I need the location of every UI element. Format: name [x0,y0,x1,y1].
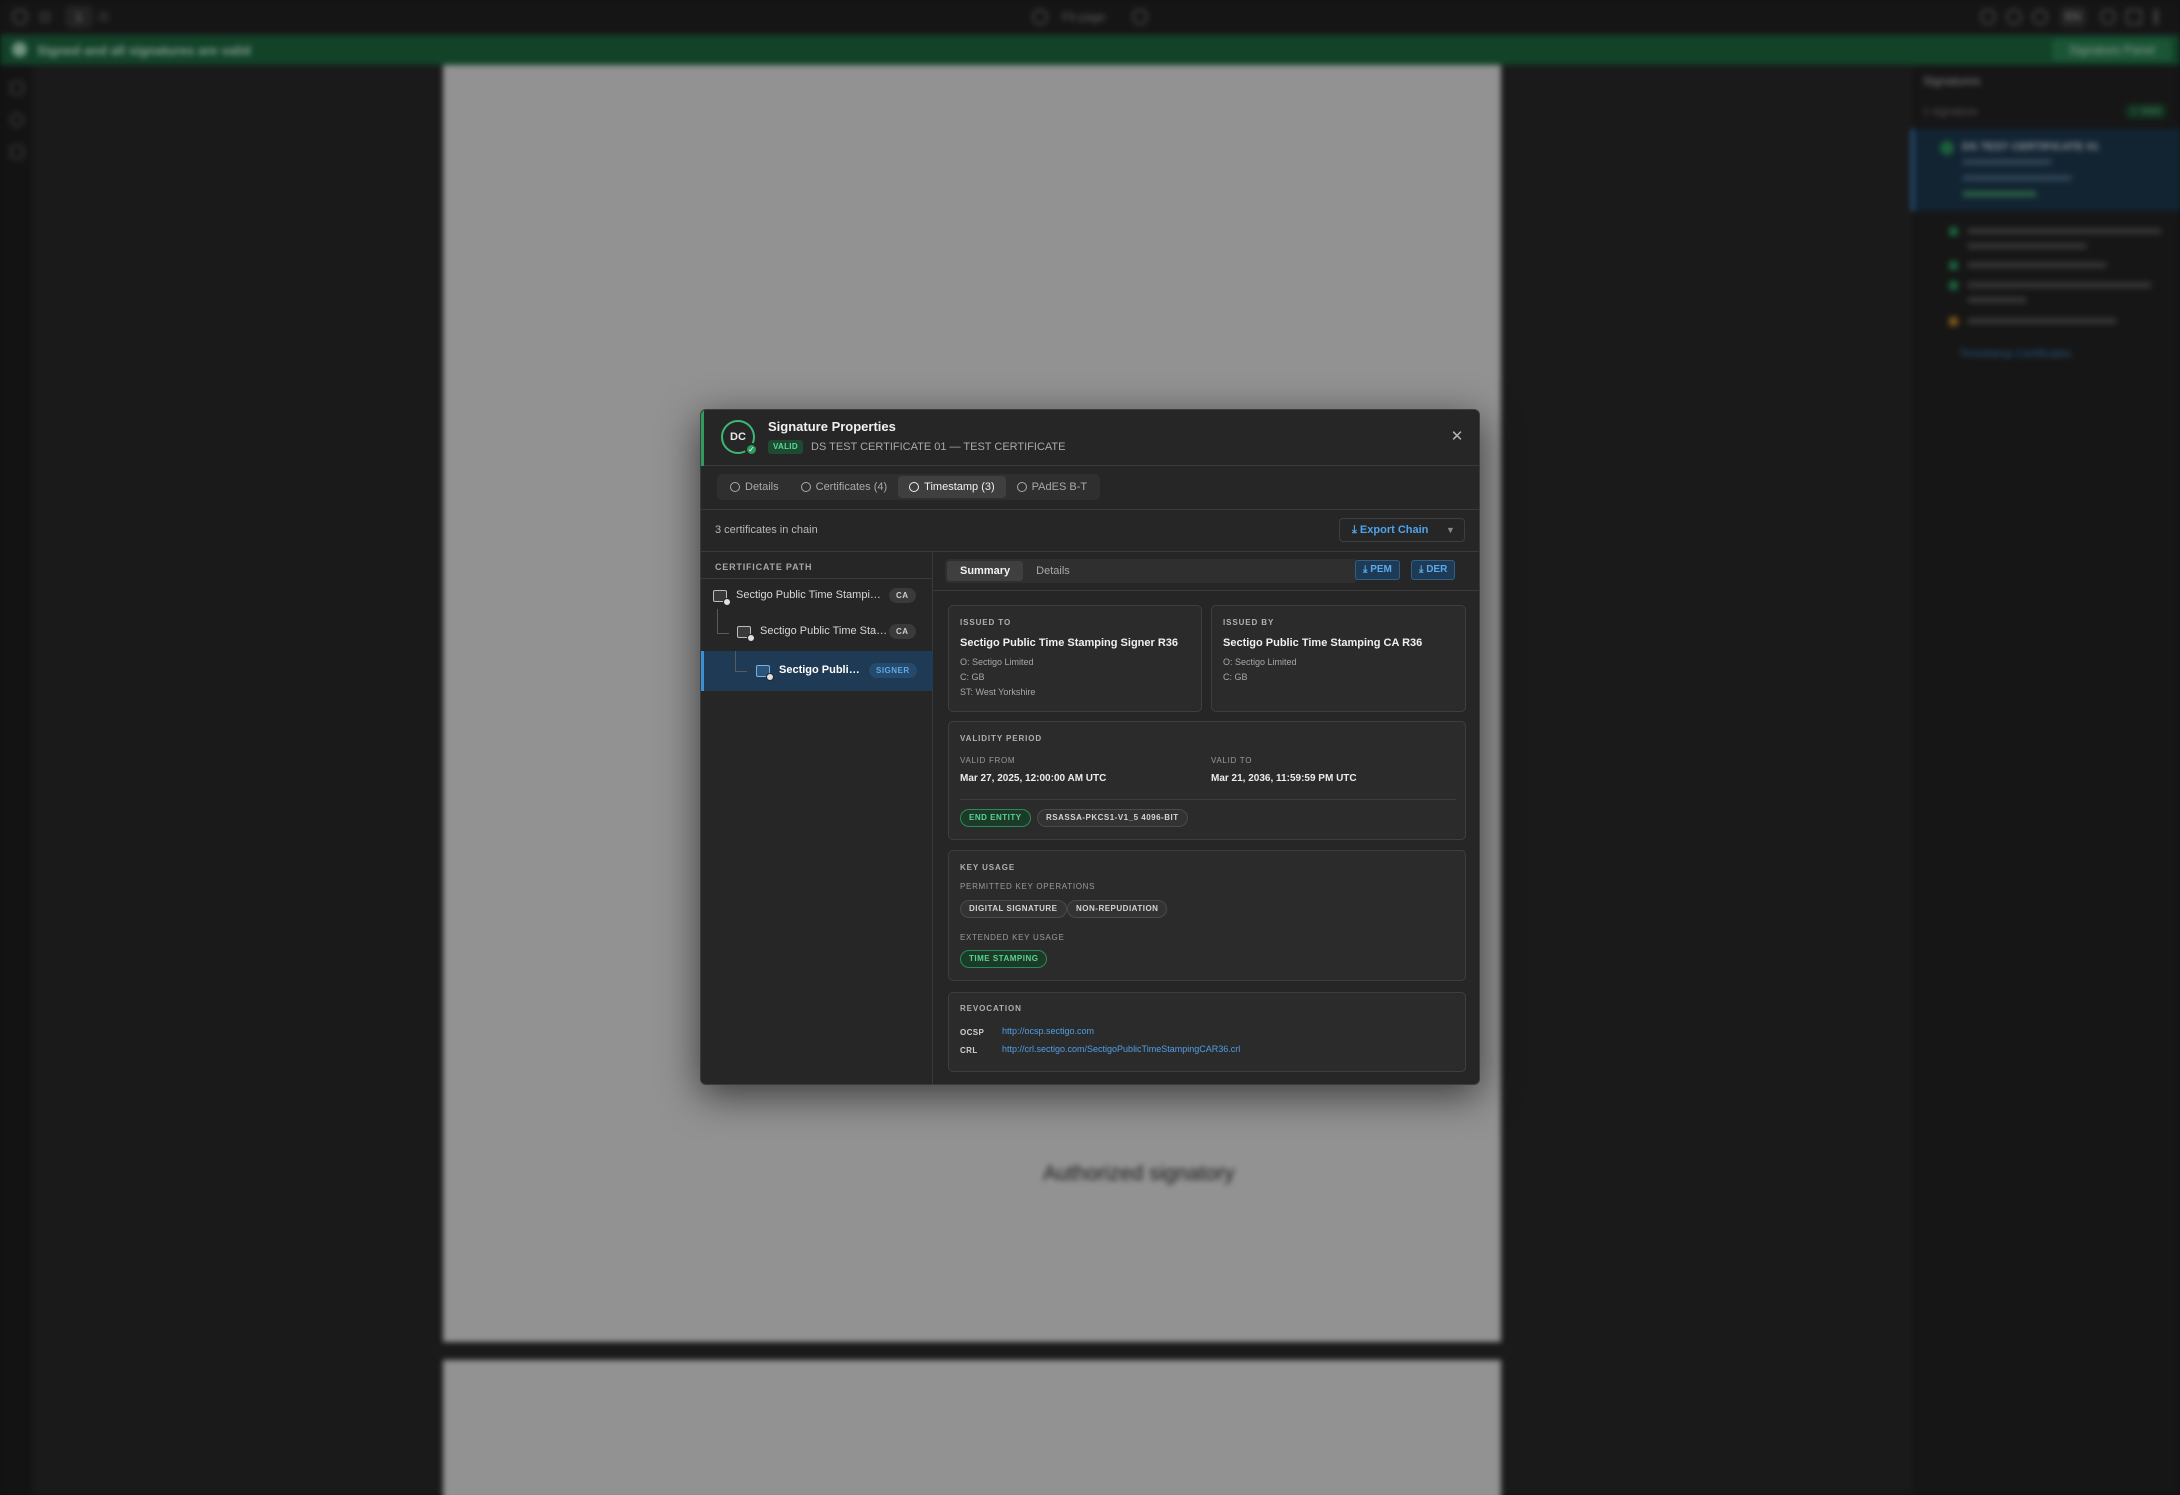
tab-label: Certificates (4) [815,481,888,493]
key-usage-card: KEY USAGE PERMITTED KEY OPERATIONS DIGIT… [948,850,1466,981]
revocation-label: REVOCATION [960,1004,1022,1013]
layers-icon [1016,482,1027,492]
certificate-detail-panel: Summary Details ⤓ PEM ⤓ DER ISSUED TO Se… [933,552,1479,1084]
validity-label: VALIDITY PERIOD [960,734,1043,743]
tree-item-signer[interactable]: Sectigo Public Time Stamping Signer R36 … [701,651,933,691]
shield-icon [730,482,740,492]
ca-badge: CA [889,624,916,639]
revocation-card: REVOCATION OCSP http://ocsp.sectigo.com … [948,992,1466,1072]
key-usage-label: KEY USAGE [960,863,1016,872]
dialog-title: Signature Properties [768,419,896,434]
crl-link[interactable]: http://crl.sectigo.com/SectigoPublicTime… [1002,1044,1240,1054]
tree-connector [735,671,747,672]
tab-bar: Details Certificates (4) Timestamp (3) P… [701,466,1479,510]
issued-to-name: Sectigo Public Time Stamping Signer R36 [960,637,1179,649]
issued-by-label: ISSUED BY [1223,618,1275,627]
time-stamping-chip: TIME STAMPING [960,950,1048,968]
export-pem-button[interactable]: ⤓ PEM [1355,560,1400,580]
algorithm-chip: RSASSA-PKCS1-V1_5 4096-BIT [1037,809,1188,827]
digital-signature-chip: DIGITAL SIGNATURE [960,900,1067,918]
issued-by-line: C: GB [1223,672,1248,682]
pem-label: PEM [1370,564,1392,575]
issued-by-name: Sectigo Public Time Stamping CA R36 [1223,637,1423,649]
issued-by-line: O: Sectigo Limited [1223,657,1297,667]
signature-properties-dialog: DC ✓ Signature Properties VALID DS TEST … [700,409,1480,1085]
certificate-icon [713,590,731,606]
issued-to-line: O: Sectigo Limited [960,657,1034,667]
signer-badge: SIGNER [869,663,917,678]
check-icon: ✓ [745,443,758,456]
subtab-summary[interactable]: Summary [947,561,1024,581]
tab-details[interactable]: Details [719,476,790,498]
certificate-icon [756,665,774,681]
chain-toolbar: 3 certificates in chain ⤓ Export Chain ▼ [701,510,1479,552]
tab-label: Details [745,481,779,493]
der-label: DER [1426,564,1448,575]
ca-badge: CA [889,588,916,603]
tree-item-label: Sectigo Public Time Stamping Signer R36 [779,664,861,676]
tree-item-intermediate[interactable]: Sectigo Public Time Stamping CA R36 CA [701,615,933,649]
app-root: 1 /3 Fit page EN Signed and all signatur… [0,0,2180,1495]
tree-item-root[interactable]: Sectigo Public Time Stamping Root R46 CA [701,579,933,613]
tree-connector [735,651,736,671]
export-der-button[interactable]: ⤓ DER [1411,560,1456,580]
issued-to-line: ST: West Yorkshire [960,687,1036,697]
ribbon-icon [800,482,811,492]
tab-pades[interactable]: PAdES B-T [1006,476,1098,498]
subtab-details[interactable]: Details [1023,561,1083,581]
certificate-icon [737,626,755,642]
status-badge: VALID [768,440,803,454]
permitted-operations-label: PERMITTED KEY OPERATIONS [960,882,1096,891]
download-icon: ⤓ [1352,524,1360,536]
tab-certificates[interactable]: Certificates (4) [790,476,899,498]
tree-item-label: Sectigo Public Time Stamping Root R46 [736,589,886,601]
ocsp-label: OCSP [960,1028,985,1037]
non-repudiation-chip: NON-REPUDIATION [1067,900,1168,918]
issued-to-line: C: GB [960,672,985,682]
valid-to-value: Mar 21, 2036, 11:59:59 PM UTC [1211,773,1357,784]
ocsp-link[interactable]: http://ocsp.sectigo.com [1002,1026,1094,1036]
export-chain-button[interactable]: ⤓ Export Chain ▼ [1339,518,1465,542]
export-label: Export Chain [1359,524,1429,536]
clock-icon [909,482,920,492]
subtab-bar: Summary Details ⤓ PEM ⤓ DER [933,552,1479,591]
end-entity-chip: END ENTITY [960,809,1031,827]
certificate-path-header: CERTIFICATE PATH [715,562,813,572]
issued-by-card: ISSUED BY Sectigo Public Time Stamping C… [1211,605,1466,712]
extended-key-usage-label: EXTENDED KEY USAGE [960,933,1065,942]
issued-to-card: ISSUED TO Sectigo Public Time Stamping S… [948,605,1202,712]
validity-card: VALIDITY PERIOD VALID FROM Mar 27, 2025,… [948,721,1466,840]
crl-label: CRL [960,1046,978,1055]
dialog-header: DC ✓ Signature Properties VALID DS TEST … [701,410,1479,466]
close-icon[interactable]: ✕ [1449,429,1465,445]
tab-timestamp[interactable]: Timestamp (3) [898,476,1006,498]
tree-item-label: Sectigo Public Time Stamping CA R36 [760,625,888,637]
chain-count: 3 certificates in chain [715,524,818,536]
tab-label: Timestamp (3) [924,481,995,493]
certificate-path-panel: CERTIFICATE PATH Sectigo Public Time Sta… [701,552,933,1084]
valid-from-value: Mar 27, 2025, 12:00:00 AM UTC [960,773,1107,784]
chevron-down-icon: ▼ [1446,525,1455,535]
tab-label: PAdES B-T [1031,481,1088,493]
dialog-subtitle: DS TEST CERTIFICATE 01 — TEST CERTIFICAT… [811,441,1066,453]
issued-to-label: ISSUED TO [960,618,1012,627]
valid-to-label: VALID TO [1211,756,1253,765]
valid-from-label: VALID FROM [960,756,1016,765]
